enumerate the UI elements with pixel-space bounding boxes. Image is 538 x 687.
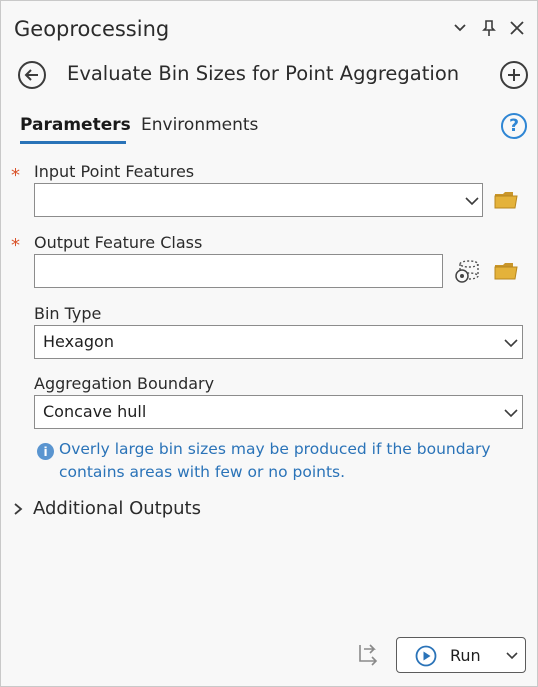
input-point-features-label: Input Point Features [34, 162, 195, 181]
additional-outputs-label: Additional Outputs [33, 498, 201, 519]
play-icon [415, 645, 437, 667]
tab-environments[interactable]: Environments [141, 115, 258, 135]
required-icon: * [11, 235, 20, 256]
help-icon[interactable]: ? [501, 113, 527, 139]
database-settings-icon[interactable] [453, 258, 481, 284]
add-plus-icon[interactable] [500, 61, 528, 89]
chevron-right-icon [14, 502, 23, 515]
browse-folder-icon[interactable] [493, 260, 521, 282]
aggregation-boundary-dropdown[interactable]: Concave hull [34, 395, 523, 429]
back-arrow-icon[interactable] [18, 61, 46, 89]
chevron-down-icon[interactable] [505, 649, 519, 663]
bin-type-dropdown[interactable]: Hexagon [34, 325, 523, 359]
chevron-down-icon[interactable] [449, 15, 471, 41]
tool-title: Evaluate Bin Sizes for Point Aggregation [67, 62, 460, 85]
info-message: Overly large bin sizes may be produced i… [59, 440, 491, 481]
bin-type-value: Hexagon [43, 332, 114, 351]
aggregation-boundary-label: Aggregation Boundary [34, 374, 215, 393]
aggregation-boundary-value: Concave hull [43, 402, 147, 421]
input-point-features-dropdown[interactable] [34, 183, 483, 217]
required-icon: * [11, 165, 20, 186]
close-icon[interactable] [506, 15, 528, 41]
pane-title: Geoprocessing [14, 17, 170, 41]
output-feature-class-field[interactable] [34, 254, 443, 288]
active-tab-indicator [20, 141, 126, 144]
chevron-down-icon [504, 409, 518, 418]
output-feature-class-label: Output Feature Class [34, 233, 203, 252]
pin-icon[interactable] [478, 15, 500, 41]
run-label: Run [450, 646, 481, 665]
chevron-down-icon [465, 197, 479, 206]
run-mode-icon[interactable] [356, 643, 382, 667]
tab-parameters[interactable]: Parameters [20, 115, 131, 135]
browse-folder-icon[interactable] [493, 189, 521, 211]
chevron-down-icon [504, 339, 518, 348]
bin-type-label: Bin Type [34, 304, 102, 323]
run-button[interactable]: Run [396, 637, 526, 673]
info-icon: i [37, 443, 54, 460]
geoprocessing-pane: Geoprocessing Evaluate Bin Sizes for Poi… [0, 0, 538, 687]
additional-outputs-section[interactable]: Additional Outputs [13, 498, 201, 519]
